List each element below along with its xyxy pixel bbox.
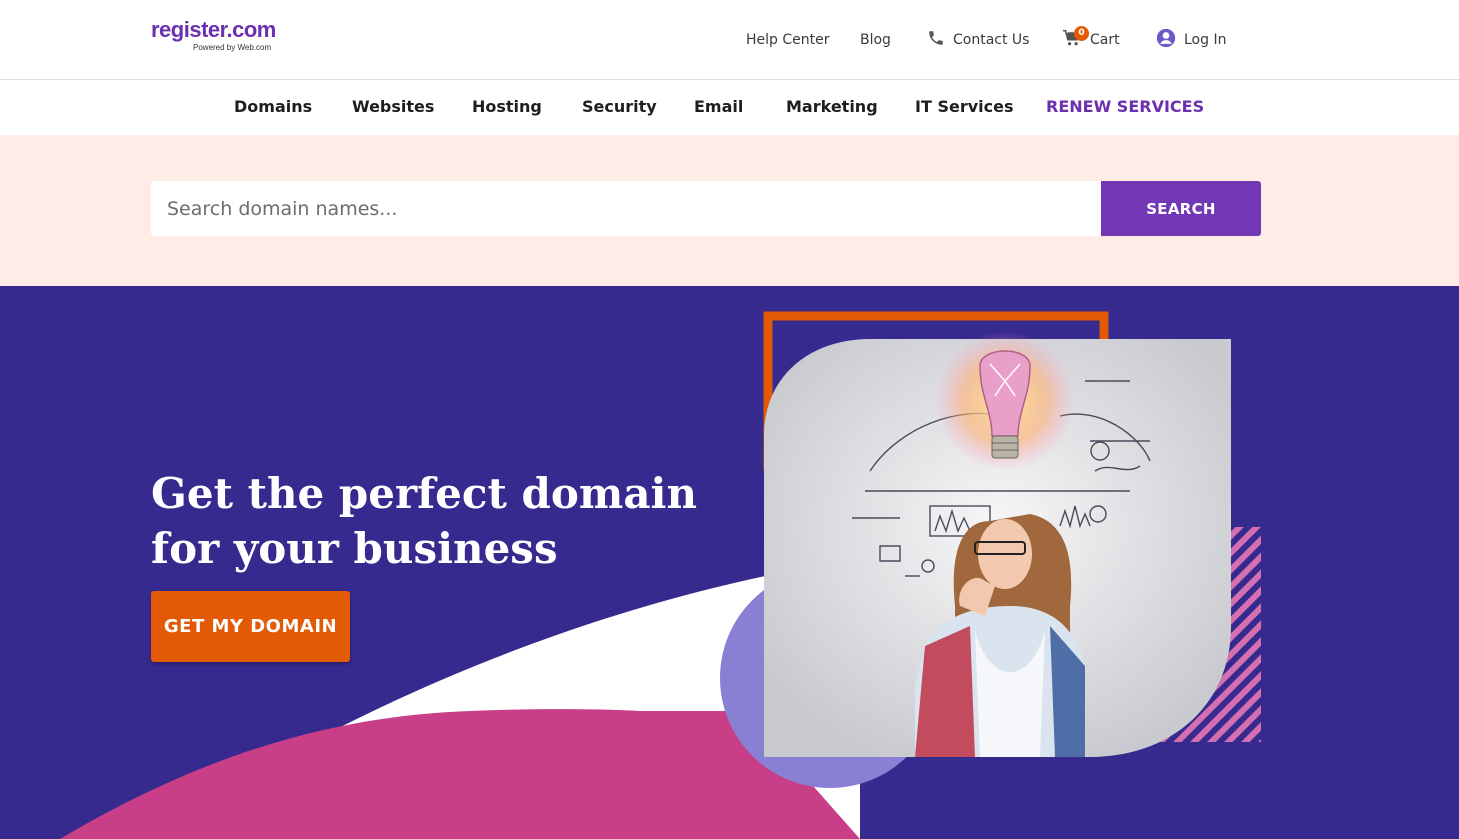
search-button[interactable]: SEARCH <box>1101 181 1261 236</box>
log-in-link[interactable]: Log In <box>1156 28 1227 52</box>
nav-item-hosting[interactable]: Hosting <box>472 97 542 116</box>
logo-wordmark: register.com <box>151 17 276 42</box>
nav-item-renew-services[interactable]: RENEW SERVICES <box>1046 97 1204 116</box>
cart-link[interactable]: 0 Cart <box>1062 26 1120 51</box>
nav-item-domains[interactable]: Domains <box>234 97 312 116</box>
hero-title-line2: for your business <box>151 524 558 573</box>
domain-search-band: SEARCH <box>0 135 1459 286</box>
help-center-link[interactable]: Help Center <box>746 29 830 51</box>
register-logo[interactable]: register.com Powered by Web.com <box>151 18 301 58</box>
nav-item-email[interactable]: Email <box>694 97 743 116</box>
domain-search-input[interactable] <box>151 181 1101 236</box>
hero-title: Get the perfect domain for your business <box>151 466 711 576</box>
blog-link[interactable]: Blog <box>860 29 891 51</box>
contact-us-label: Contact Us <box>953 32 1030 48</box>
help-center-label: Help Center <box>746 32 830 48</box>
cart-icon: 0 <box>1062 26 1089 51</box>
logo-tagline: Powered by Web.com <box>193 43 272 52</box>
nav-item-it-services[interactable]: IT Services <box>915 97 1013 116</box>
contact-us-link[interactable]: Contact Us <box>927 29 1029 51</box>
hero-title-line1: Get the perfect domain <box>151 469 698 518</box>
user-circle-icon <box>1156 28 1176 52</box>
main-nav: Domains Websites Hosting Security Email … <box>0 81 1459 135</box>
nav-item-marketing[interactable]: Marketing <box>786 97 878 116</box>
nav-item-security[interactable]: Security <box>582 97 657 116</box>
blog-label: Blog <box>860 32 891 48</box>
hero-section: Get the perfect domain for your business… <box>0 286 1459 839</box>
cart-label: Cart <box>1090 32 1120 48</box>
phone-icon <box>927 29 945 51</box>
top-bar: register.com Powered by Web.com Help Cen… <box>0 0 1459 80</box>
nav-item-websites[interactable]: Websites <box>352 97 434 116</box>
get-my-domain-button[interactable]: GET MY DOMAIN <box>151 591 350 662</box>
cart-count-badge: 0 <box>1074 26 1089 41</box>
log-in-label: Log In <box>1184 32 1227 48</box>
